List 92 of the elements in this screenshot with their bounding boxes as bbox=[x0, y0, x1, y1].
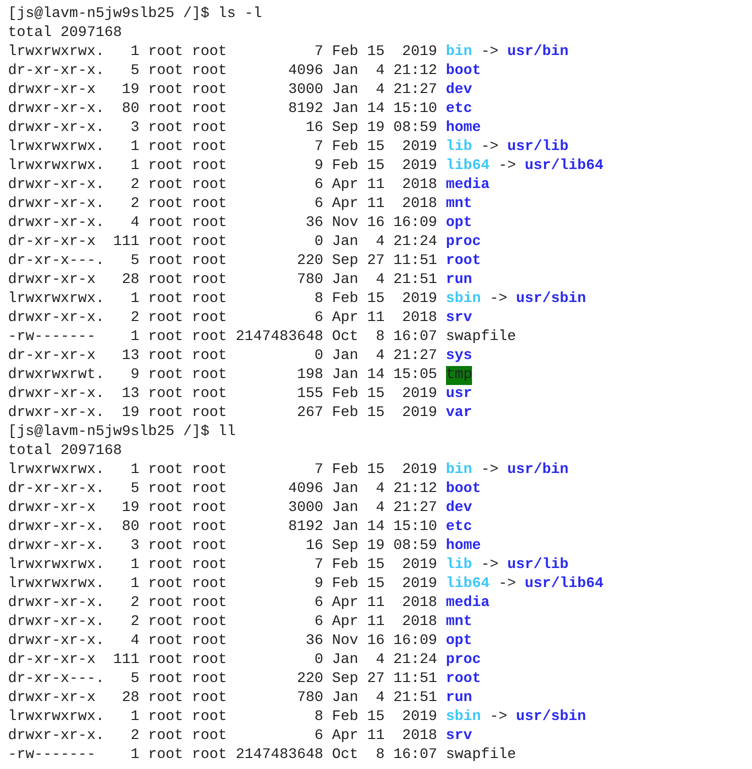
entry-name: root bbox=[446, 252, 481, 271]
link-arrow: -> bbox=[498, 575, 516, 594]
entry-name: mnt bbox=[446, 195, 472, 214]
entry-name: opt bbox=[446, 632, 472, 651]
entry-details: lrwxrwxrwx. 1 root root 7 Feb 15 2019 bbox=[8, 43, 438, 62]
entry-details: dr-xr-xr-x 111 root root 0 Jan 4 21:24 bbox=[8, 651, 438, 670]
entry-name: lib bbox=[446, 556, 472, 575]
entry-name: sbin bbox=[446, 708, 481, 727]
link-target: usr/lib64 bbox=[524, 157, 604, 176]
entry-details: -rw------- 1 root root 2147483648 Oct 8 16:07 bbox=[8, 328, 438, 347]
link-arrow: -> bbox=[480, 138, 498, 157]
entry-details: dr-xr-xr-x 13 root root 0 Jan 4 21:27 bbox=[8, 347, 438, 366]
entry-name: sys bbox=[446, 347, 472, 366]
link-target: usr/lib64 bbox=[524, 575, 604, 594]
shell-prompt: [js@lavm-n5jw9slb25 /]$ ls -l bbox=[8, 5, 263, 24]
entry-name: etc bbox=[446, 518, 472, 537]
shell-prompt: [js@lavm-n5jw9slb25 /]$ ll bbox=[8, 423, 237, 442]
link-target: usr/lib bbox=[507, 138, 569, 157]
entry-name: tmp bbox=[446, 366, 472, 385]
entry-name: home bbox=[446, 119, 481, 138]
link-arrow: -> bbox=[490, 708, 508, 727]
entry-name: run bbox=[446, 271, 472, 290]
entry-details: lrwxrwxrwx. 1 root root 8 Feb 15 2019 bbox=[8, 708, 438, 727]
entry-details: drwxr-xr-x 19 root root 3000 Jan 4 21:27 bbox=[8, 499, 438, 518]
link-arrow: -> bbox=[480, 43, 498, 62]
link-arrow: -> bbox=[490, 290, 508, 309]
link-arrow: -> bbox=[480, 556, 498, 575]
entry-details: dr-xr-x---. 5 root root 220 Sep 27 11:51 bbox=[8, 670, 438, 689]
entry-name: lib bbox=[446, 138, 472, 157]
entry-details: drwxr-xr-x. 2 root root 6 Apr 11 2018 bbox=[8, 613, 438, 632]
entry-details: drwxr-xr-x 19 root root 3000 Jan 4 21:27 bbox=[8, 81, 438, 100]
entry-name: usr bbox=[446, 385, 472, 404]
entry-details: drwxr-xr-x. 3 root root 16 Sep 19 08:59 bbox=[8, 119, 438, 138]
link-target: usr/bin bbox=[507, 461, 569, 480]
entry-name: bin bbox=[446, 461, 472, 480]
entry-name: dev bbox=[446, 499, 472, 518]
entry-name: media bbox=[446, 176, 490, 195]
entry-details: lrwxrwxrwx. 1 root root 9 Feb 15 2019 bbox=[8, 157, 438, 176]
link-target: usr/sbin bbox=[516, 290, 586, 309]
entry-details: dr-xr-x---. 5 root root 220 Sep 27 11:51 bbox=[8, 252, 438, 271]
entry-details: lrwxrwxrwx. 1 root root 7 Feb 15 2019 bbox=[8, 461, 438, 480]
entry-name: root bbox=[446, 670, 481, 689]
link-target: usr/sbin bbox=[516, 708, 586, 727]
entry-name: sbin bbox=[446, 290, 481, 309]
entry-name: lib64 bbox=[446, 575, 490, 594]
entry-details: drwxrwxrwt. 9 root root 198 Jan 14 15:05 bbox=[8, 366, 438, 385]
entry-name: etc bbox=[446, 100, 472, 119]
entry-name: swapfile bbox=[446, 328, 516, 347]
entry-details: drwxr-xr-x 28 root root 780 Jan 4 21:51 bbox=[8, 689, 438, 708]
entry-name: proc bbox=[446, 233, 481, 252]
entry-details: drwxr-xr-x. 3 root root 16 Sep 19 08:59 bbox=[8, 537, 438, 556]
entry-details: drwxr-xr-x. 2 root root 6 Apr 11 2018 bbox=[8, 727, 438, 746]
entry-name: var bbox=[446, 404, 472, 423]
link-arrow: -> bbox=[480, 461, 498, 480]
entry-details: drwxr-xr-x. 2 root root 6 Apr 11 2018 bbox=[8, 594, 438, 613]
link-target: usr/bin bbox=[507, 43, 569, 62]
entry-details: drwxr-xr-x. 80 root root 8192 Jan 14 15:10 bbox=[8, 100, 438, 119]
entry-name: boot bbox=[446, 62, 481, 81]
entry-name: proc bbox=[446, 651, 481, 670]
entry-details: dr-xr-xr-x. 5 root root 4096 Jan 4 21:12 bbox=[8, 480, 438, 499]
entry-name: mnt bbox=[446, 613, 472, 632]
entry-details: drwxr-xr-x. 19 root root 267 Feb 15 2019 bbox=[8, 404, 438, 423]
entry-details: lrwxrwxrwx. 1 root root 7 Feb 15 2019 bbox=[8, 138, 438, 157]
total-line: total 2097168 bbox=[8, 24, 123, 43]
entry-details: drwxr-xr-x. 4 root root 36 Nov 16 16:09 bbox=[8, 214, 438, 233]
entry-details: lrwxrwxrwx. 1 root root 8 Feb 15 2019 bbox=[8, 290, 438, 309]
entry-details: lrwxrwxrwx. 1 root root 7 Feb 15 2019 bbox=[8, 556, 438, 575]
entry-name: swapfile bbox=[446, 746, 516, 765]
entry-name: dev bbox=[446, 81, 472, 100]
total-line: total 2097168 bbox=[8, 442, 123, 461]
entry-details: drwxr-xr-x. 13 root root 155 Feb 15 2019 bbox=[8, 385, 438, 404]
entry-name: media bbox=[446, 594, 490, 613]
entry-name: run bbox=[446, 689, 472, 708]
entry-details: drwxr-xr-x 28 root root 780 Jan 4 21:51 bbox=[8, 271, 438, 290]
entry-details: -rw------- 1 root root 2147483648 Oct 8 16:07 bbox=[8, 746, 438, 765]
entry-name: lib64 bbox=[446, 157, 490, 176]
entry-name: srv bbox=[446, 727, 472, 746]
entry-details: drwxr-xr-x. 4 root root 36 Nov 16 16:09 bbox=[8, 632, 438, 651]
link-target: usr/lib bbox=[507, 556, 569, 575]
entry-name: srv bbox=[446, 309, 472, 328]
entry-details: drwxr-xr-x. 2 root root 6 Apr 11 2018 bbox=[8, 309, 438, 328]
link-arrow: -> bbox=[498, 157, 516, 176]
entry-name: bin bbox=[446, 43, 472, 62]
entry-name: boot bbox=[446, 480, 481, 499]
entry-name: home bbox=[446, 537, 481, 556]
entry-details: drwxr-xr-x. 80 root root 8192 Jan 14 15:10 bbox=[8, 518, 438, 537]
entry-details: dr-xr-xr-x 111 root root 0 Jan 4 21:24 bbox=[8, 233, 438, 252]
entry-details: drwxr-xr-x. 2 root root 6 Apr 11 2018 bbox=[8, 176, 438, 195]
entry-details: dr-xr-xr-x. 5 root root 4096 Jan 4 21:12 bbox=[8, 62, 438, 81]
entry-details: lrwxrwxrwx. 1 root root 9 Feb 15 2019 bbox=[8, 575, 438, 594]
entry-name: opt bbox=[446, 214, 472, 233]
entry-details: drwxr-xr-x. 2 root root 6 Apr 11 2018 bbox=[8, 195, 438, 214]
